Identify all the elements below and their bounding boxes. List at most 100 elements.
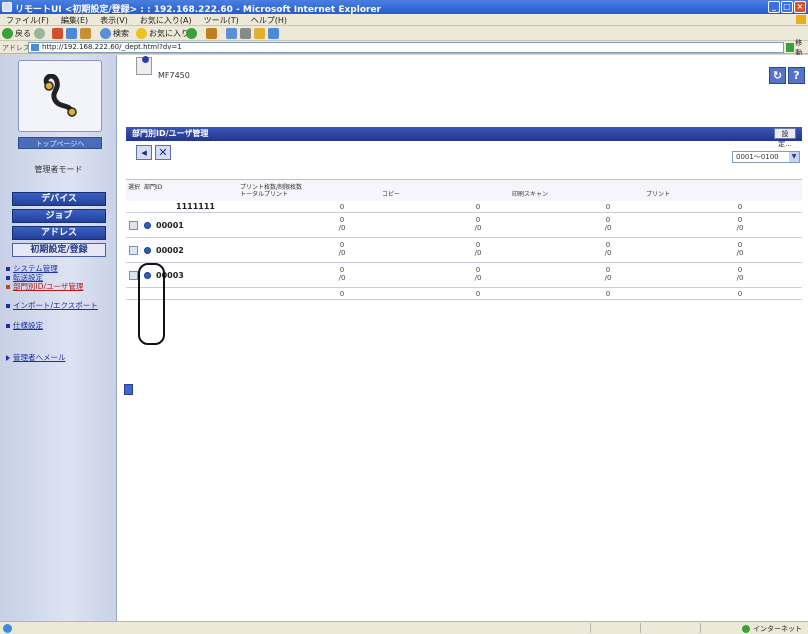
print-count: 0 [737, 216, 743, 224]
menu-favorites[interactable]: お気に入り(A) [134, 14, 198, 26]
print-limit: /0 [736, 249, 744, 257]
print-limit: /0 [736, 274, 744, 282]
refresh-page-button[interactable]: ↻ [769, 67, 786, 84]
chevron-down-icon: ▼ [789, 152, 799, 162]
main-panel: MF7450 ↻ ? 部門別ID/ユーザ管理 設定... ◂ ✕ 0001～01… [118, 55, 808, 621]
print-count: 0 [737, 241, 743, 249]
menu-help[interactable]: ヘルプ(H) [245, 14, 293, 26]
nav-device-button[interactable]: デバイス [12, 192, 106, 206]
printer-device-icon [136, 56, 152, 75]
media-button[interactable] [186, 27, 197, 40]
table-row: 0 0 0 0 [126, 288, 802, 300]
title-bar: リモートUI <初期設定/登録> : : 192.168.222.60 - Mi… [0, 0, 808, 15]
print-count: 0 [737, 290, 743, 298]
close-button[interactable]: × [794, 1, 806, 13]
print-button[interactable] [240, 27, 251, 40]
col-print: プリント [646, 191, 671, 198]
menu-view[interactable]: 表示(V) [94, 14, 134, 26]
sidebar-link-spec[interactable]: 仕様設定 [6, 322, 114, 330]
register-button[interactable]: ◂ [136, 145, 152, 160]
scan-limit: /0 [604, 224, 612, 232]
toppage-button[interactable]: トップページへ [18, 137, 102, 149]
scan-count: 0 [605, 216, 611, 224]
discuss-button[interactable] [268, 27, 279, 40]
favorites-button[interactable]: お気に入り [136, 27, 189, 40]
delete-button[interactable]: ✕ [155, 145, 171, 160]
forward-arrow-icon [34, 28, 45, 39]
mail-icon [226, 28, 237, 39]
bullet-icon [6, 267, 10, 271]
total-limit: /0 [338, 274, 346, 282]
dept-id: 1111111 [176, 202, 215, 211]
menu-file[interactable]: ファイル(F) [0, 14, 55, 26]
maximize-button[interactable]: □ [781, 1, 793, 13]
scan-limit: /0 [604, 249, 612, 257]
row-checkbox[interactable] [129, 271, 138, 280]
mail-button[interactable] [226, 27, 237, 40]
back-arrow-icon [2, 28, 13, 39]
star-icon [136, 28, 147, 39]
row-checkbox[interactable] [129, 246, 138, 255]
menu-edit[interactable]: 編集(E) [55, 14, 94, 26]
messenger-icon [268, 28, 279, 39]
sidebar-link-dept-id[interactable]: 部門別ID/ユーザ管理 [6, 283, 114, 291]
col-select: 選択 [128, 184, 141, 191]
address-input[interactable]: http://192.168.222.60/_dept.html?dv=1 [28, 42, 784, 53]
search-icon [100, 28, 111, 39]
copy-limit: /0 [474, 249, 482, 257]
stop-button[interactable] [52, 27, 63, 40]
history-icon [206, 28, 217, 39]
total-count: 0 [339, 216, 345, 224]
menu-bar: ファイル(F) 編集(E) 表示(V) お気に入り(A) ツール(T) ヘルプ(H) [0, 14, 808, 26]
nav-settings-button[interactable]: 初期設定/登録 [12, 243, 106, 257]
home-button[interactable] [80, 27, 91, 40]
copy-limit: /0 [474, 274, 482, 282]
zone-indicator: インターネット [742, 624, 802, 634]
annotation-callout [138, 263, 165, 345]
admin-mode-label: 管理者モード [34, 165, 83, 174]
nav-address-button[interactable]: アドレス [12, 226, 106, 240]
edit-button[interactable] [254, 27, 265, 40]
table-header: 選択 部門ID プリント枚数/制限枚数 トータルプリント コピー 印刷スキャン … [126, 179, 802, 201]
logo[interactable] [18, 60, 102, 132]
scan-count: 0 [605, 290, 611, 298]
browser-window: リモートUI <初期設定/登録> : : 192.168.222.60 - Mi… [0, 0, 808, 634]
table-row: 00003 0 /0 0 /0 0 /0 0 /0 [126, 263, 802, 288]
sidebar-link-system[interactable]: システム管理 [6, 265, 114, 273]
row-radio[interactable] [144, 247, 151, 254]
row-checkbox[interactable] [129, 221, 138, 230]
col-copy: コピー [382, 191, 401, 198]
total-limit: /0 [338, 249, 346, 257]
print-limit: /0 [736, 224, 744, 232]
range-select[interactable]: 0001～0100 ▼ [732, 151, 800, 163]
back-button[interactable]: 戻る [2, 27, 31, 40]
col-scan: 印刷スキャン [512, 191, 549, 198]
search-button[interactable]: 検索 [100, 27, 129, 40]
scan-count: 0 [605, 241, 611, 249]
history-button[interactable] [206, 27, 217, 40]
minimize-button[interactable]: _ [768, 1, 780, 13]
go-button[interactable]: 移動 [786, 39, 808, 57]
menu-tools[interactable]: ツール(T) [198, 14, 245, 26]
toolbar: 戻る 検索 お気に入り [0, 26, 808, 41]
triangle-icon [6, 355, 10, 361]
panel-title: 部門別ID/ユーザ管理 [132, 129, 209, 138]
globe-icon [742, 625, 750, 633]
ie-status-icon [3, 624, 12, 633]
page-bottom-icon[interactable] [124, 384, 133, 395]
table-row: 1111111 0 0 0 0 [126, 201, 802, 213]
forward-button[interactable] [34, 27, 45, 40]
nav-job-button[interactable]: ジョブ [12, 209, 106, 223]
go-arrow-icon [786, 43, 795, 52]
sidebar-link-import-export[interactable]: インポート/エクスポート [6, 302, 114, 310]
bullet-icon [6, 304, 10, 308]
scan-count: 0 [605, 266, 611, 274]
help-button[interactable]: ? [788, 67, 805, 84]
mail-admin-link[interactable]: 管理者へメール [6, 352, 66, 363]
refresh-button[interactable] [66, 27, 77, 40]
settings-button[interactable]: 設定... [774, 128, 796, 148]
scan-count: 0 [605, 203, 611, 211]
copy-count: 0 [475, 266, 481, 274]
sidebar-link-forwarding[interactable]: 転送設定 [6, 274, 114, 282]
row-radio[interactable] [144, 222, 151, 229]
